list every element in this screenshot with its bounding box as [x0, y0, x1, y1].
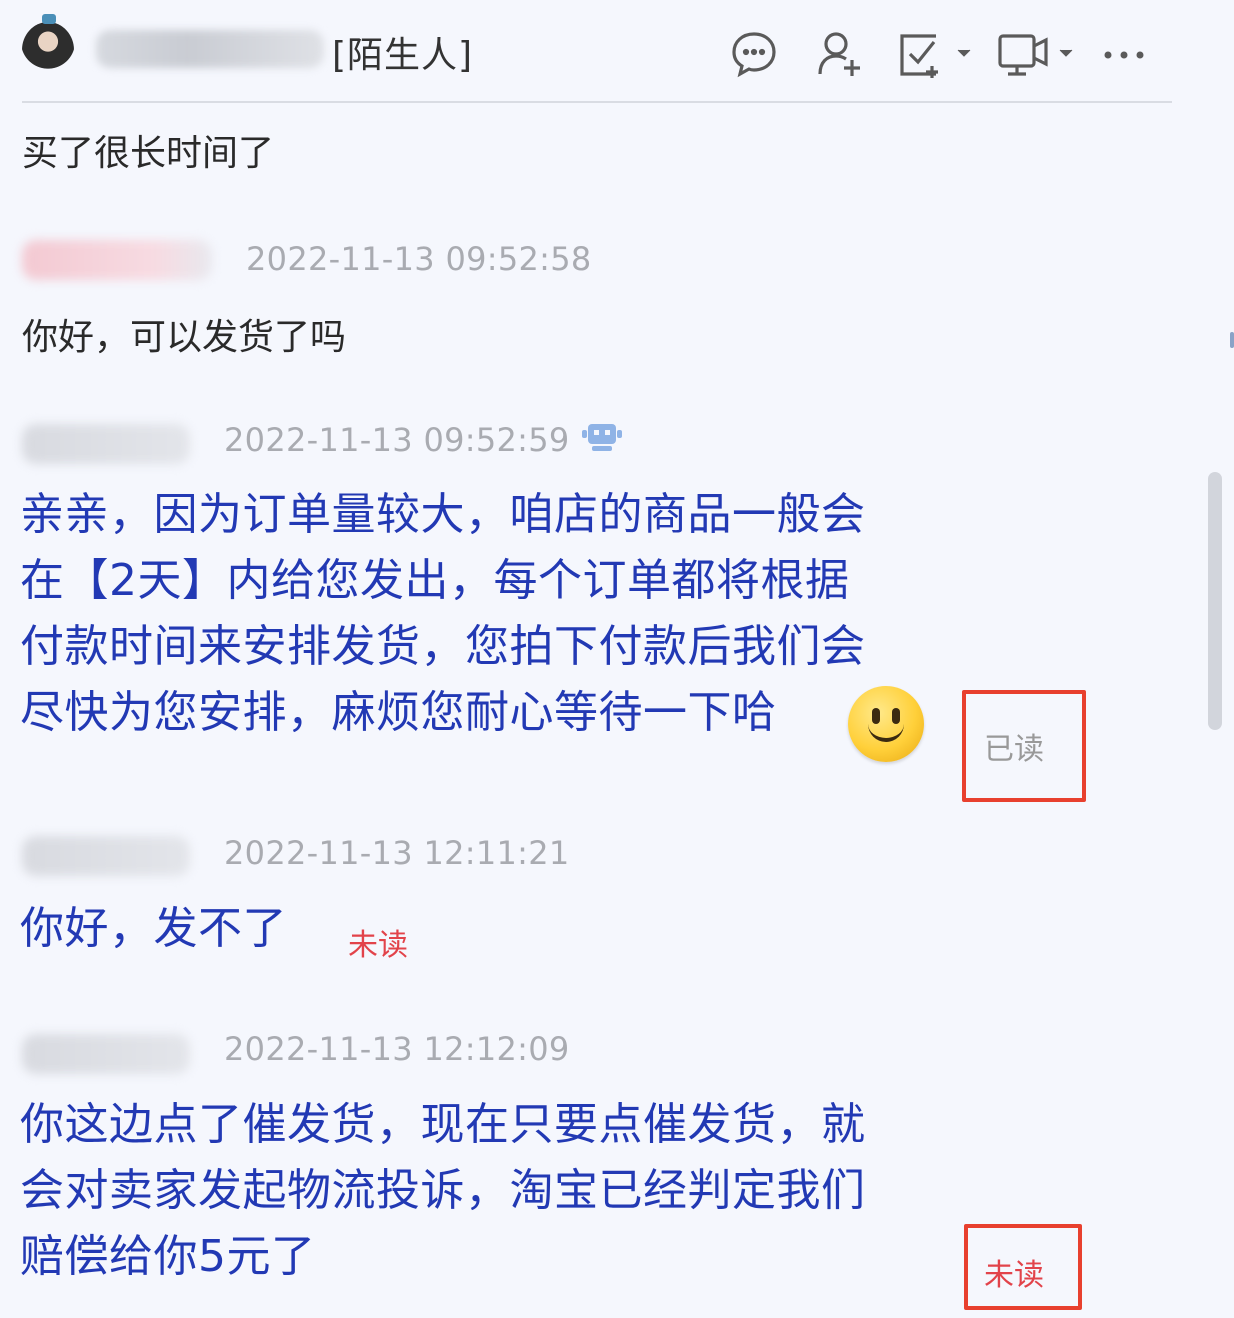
avatar-badge	[42, 14, 56, 24]
message-line: 赔偿给你5元了	[20, 1231, 316, 1282]
edge-marker	[1230, 332, 1234, 348]
merchant-message: 你好，发不了	[20, 903, 287, 954]
header-divider	[22, 101, 1172, 103]
scrollbar-thumb[interactable]	[1208, 472, 1222, 730]
sender-name-blurred	[22, 836, 190, 876]
stranger-tag: [陌生人]	[332, 35, 474, 76]
contact-name-blurred	[96, 30, 324, 68]
message-line: 亲亲，因为订单量较大，咱店的商品一般会	[20, 489, 866, 540]
message-text: 买了很长时间了	[22, 133, 275, 174]
message-line: 在【2天】内给您发出，每个订单都将根据	[20, 555, 850, 606]
merchant-message: 你这边点了催发货，现在只要点催发货，就 会对卖家发起物流投诉，淘宝已经判定我们 …	[20, 1092, 960, 1290]
sender-name-blurred	[22, 240, 212, 280]
add-contact-icon[interactable]	[814, 28, 866, 80]
sender-name-blurred	[22, 424, 190, 464]
avatar[interactable]	[22, 22, 74, 78]
merchant-message: 亲亲，因为订单量较大，咱店的商品一般会 在【2天】内给您发出，每个订单都将根据 …	[20, 482, 960, 746]
message-text: 你好，可以发货了吗	[22, 317, 347, 358]
message-timestamp: 2022-11-13 12:11:21	[224, 834, 570, 872]
message-timestamp: 2022-11-13 09:52:59	[224, 421, 570, 459]
chat-bubble-icon[interactable]	[728, 28, 780, 80]
message-line: 尽快为您安排，麻烦您耐心等待一下哈	[20, 687, 777, 738]
message-timestamp: 2022-11-13 09:52:58	[246, 240, 592, 278]
message-line: 会对卖家发起物流投诉，淘宝已经判定我们	[20, 1165, 866, 1216]
message-line: 付款时间来安排发货，您拍下付款后我们会	[20, 621, 866, 672]
task-icon[interactable]	[896, 28, 972, 80]
chat-header: [陌生人]	[0, 0, 1234, 104]
message-timestamp: 2022-11-13 12:12:09	[224, 1030, 570, 1068]
more-icon[interactable]	[1102, 28, 1150, 80]
message-line: 你这边点了催发货，现在只要点催发货，就	[20, 1099, 866, 1150]
robot-icon	[578, 418, 626, 460]
smile-emoji-icon	[848, 686, 924, 762]
header-toolbar	[726, 28, 1166, 80]
unread-status: 未读	[984, 1258, 1044, 1293]
unread-status: 未读	[348, 928, 408, 963]
video-icon[interactable]	[996, 28, 1076, 80]
sender-name-blurred	[22, 1034, 190, 1074]
read-status: 已读	[984, 732, 1044, 767]
